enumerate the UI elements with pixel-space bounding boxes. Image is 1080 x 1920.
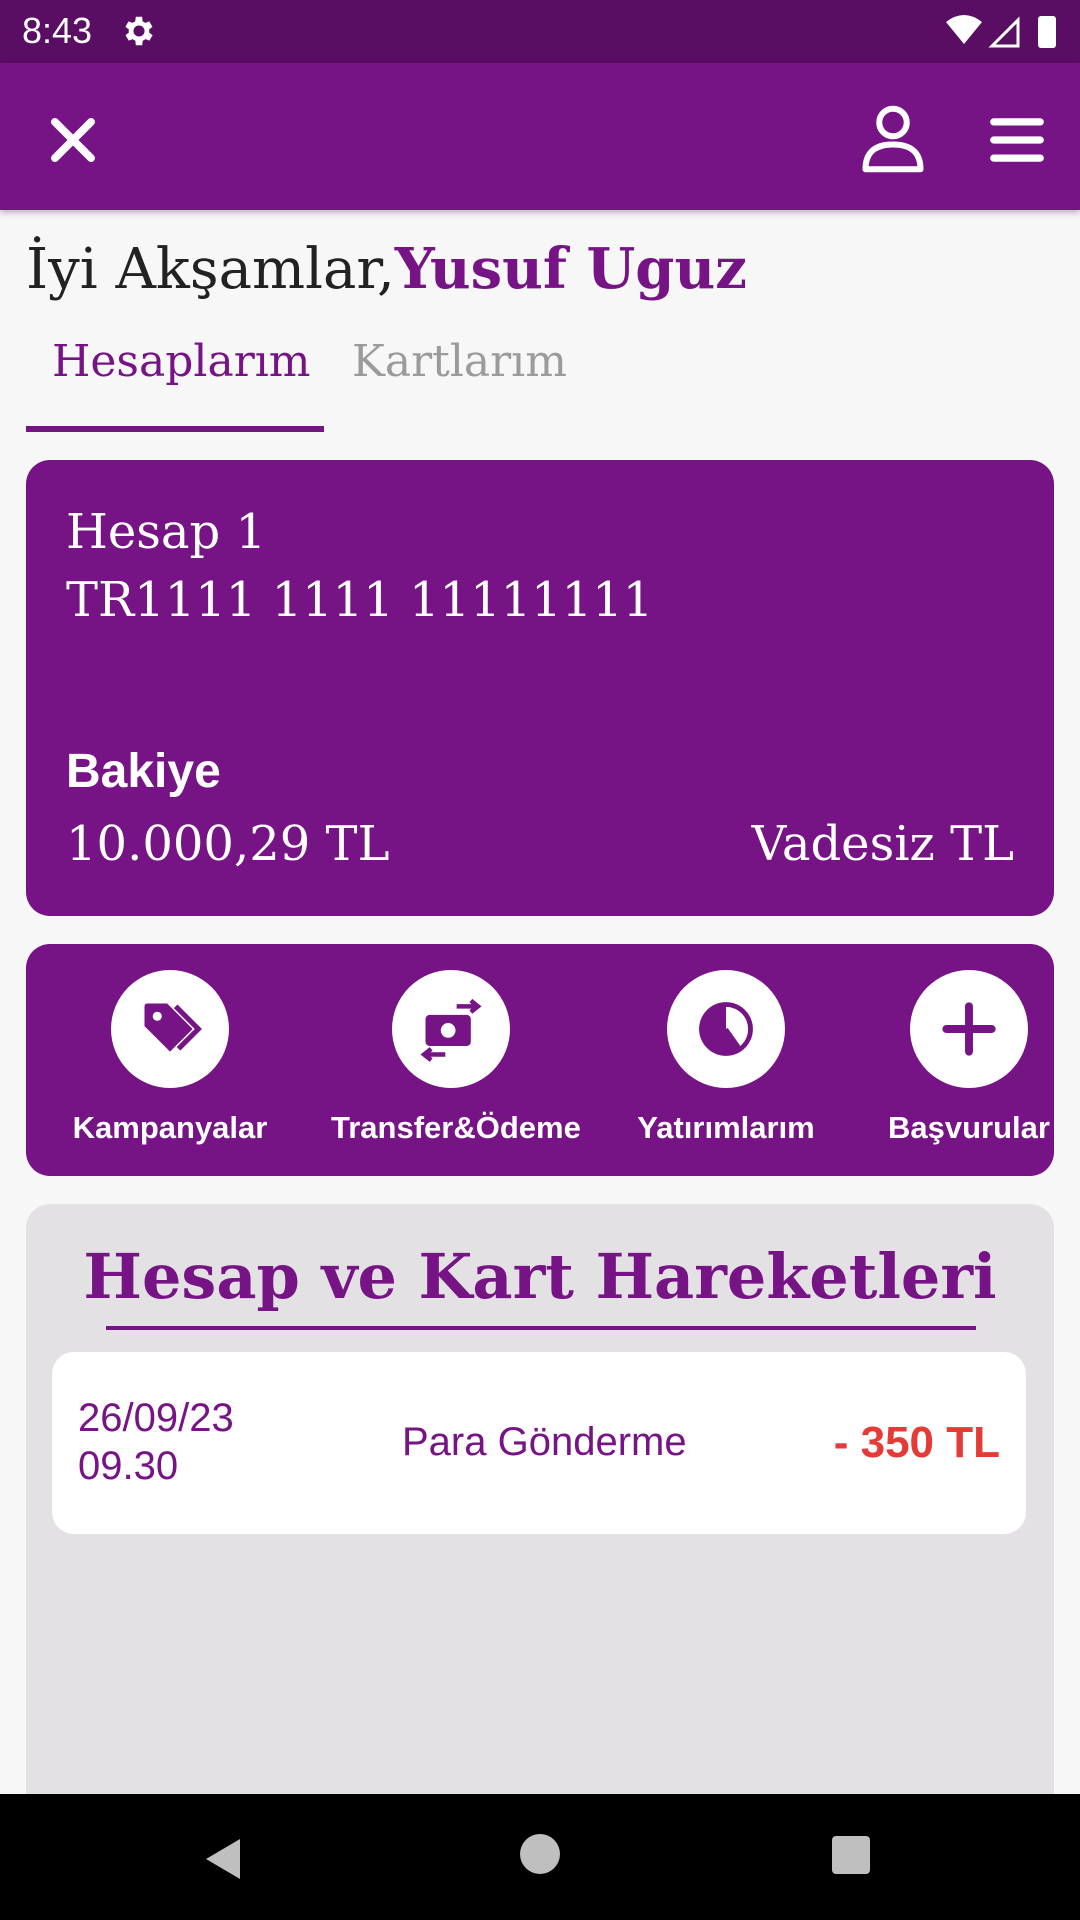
- gear-icon: [125, 16, 153, 46]
- quick-action-label: Yatırımlarım: [637, 1110, 815, 1145]
- hamburger-menu-icon[interactable]: [986, 109, 1048, 171]
- active-tab-indicator: [26, 426, 324, 432]
- money-transfer-icon: [420, 998, 482, 1062]
- account-name: Hesap 1: [66, 504, 267, 560]
- app-bar: [0, 63, 1080, 210]
- greeting-prefix: İyi Akşamlar,: [26, 237, 395, 302]
- signal-icon: [988, 16, 1020, 48]
- greeting: İyi Akşamlar,Yusuf Uguz: [26, 236, 747, 302]
- transaction-amount: - 350 TL: [833, 1418, 1000, 1467]
- system-navigation-bar: [0, 1794, 1080, 1920]
- profile-icon[interactable]: [860, 103, 926, 175]
- quick-action-circle: [111, 970, 229, 1088]
- quick-action-circle: [392, 970, 510, 1088]
- balance-label: Bakiye: [66, 745, 221, 798]
- quick-action-circle: [910, 970, 1028, 1088]
- transaction-history: Hesap ve Kart Hareketleri 26/09/23 09.30…: [26, 1204, 1054, 1794]
- quick-action-kampanyalar[interactable]: Kampanyalar: [50, 970, 290, 1170]
- tag-icon: [144, 1003, 202, 1052]
- battery-icon: [1038, 16, 1056, 48]
- system-status-icons: [946, 15, 1056, 48]
- quick-action-label: Transfer&Ödeme: [331, 1110, 581, 1145]
- wifi-icon: [946, 15, 982, 44]
- plus-icon: [942, 1002, 996, 1056]
- transaction-datetime: 26/09/23 09.30: [78, 1394, 234, 1490]
- user-name: Yusuf Uguz: [394, 236, 747, 302]
- status-time: 8:43: [22, 10, 93, 51]
- transaction-description: Para Gönderme: [402, 1420, 687, 1464]
- transaction-row[interactable]: 26/09/23 09.30 Para Gönderme - 350 TL: [52, 1352, 1026, 1534]
- quick-action-circle: [667, 970, 785, 1088]
- home-icon[interactable]: [520, 1834, 560, 1874]
- quick-action-transfer[interactable]: Transfer&Ödeme: [331, 970, 581, 1170]
- history-title: Hesap ve Kart Hareketleri: [83, 1240, 997, 1313]
- recent-apps-icon[interactable]: [832, 1836, 870, 1874]
- transaction-date: 26/09/23: [78, 1396, 234, 1440]
- quick-action-label: Başvurular: [888, 1110, 1050, 1145]
- quick-action-basvurular[interactable]: Başvurular: [849, 970, 1080, 1170]
- tab-hesaplarim[interactable]: Hesaplarım: [52, 336, 311, 387]
- account-tabs: Hesaplarım Kartlarım: [26, 336, 586, 432]
- history-title-underline: [106, 1326, 976, 1330]
- account-card[interactable]: Hesap 1 TR1111 1111 11111111 Bakiye 10.0…: [26, 460, 1054, 916]
- pie-chart-icon: [699, 1002, 753, 1056]
- tab-kartlarim[interactable]: Kartlarım: [352, 336, 567, 387]
- account-type: Vadesiz TL: [751, 816, 1014, 872]
- transaction-time: 09.30: [78, 1444, 179, 1488]
- balance-value: 10.000,29 TL: [66, 816, 390, 872]
- close-icon[interactable]: [42, 109, 104, 171]
- quick-actions: Kampanyalar Transfer&Ödeme Yatırımlarım: [26, 944, 1054, 1176]
- status-bar: 8:43: [0, 0, 1080, 63]
- account-iban: TR1111 1111 11111111: [66, 572, 654, 628]
- quick-action-yatirimlarim[interactable]: Yatırımlarım: [606, 970, 846, 1170]
- back-icon[interactable]: [200, 1834, 248, 1884]
- quick-action-label: Kampanyalar: [72, 1110, 268, 1145]
